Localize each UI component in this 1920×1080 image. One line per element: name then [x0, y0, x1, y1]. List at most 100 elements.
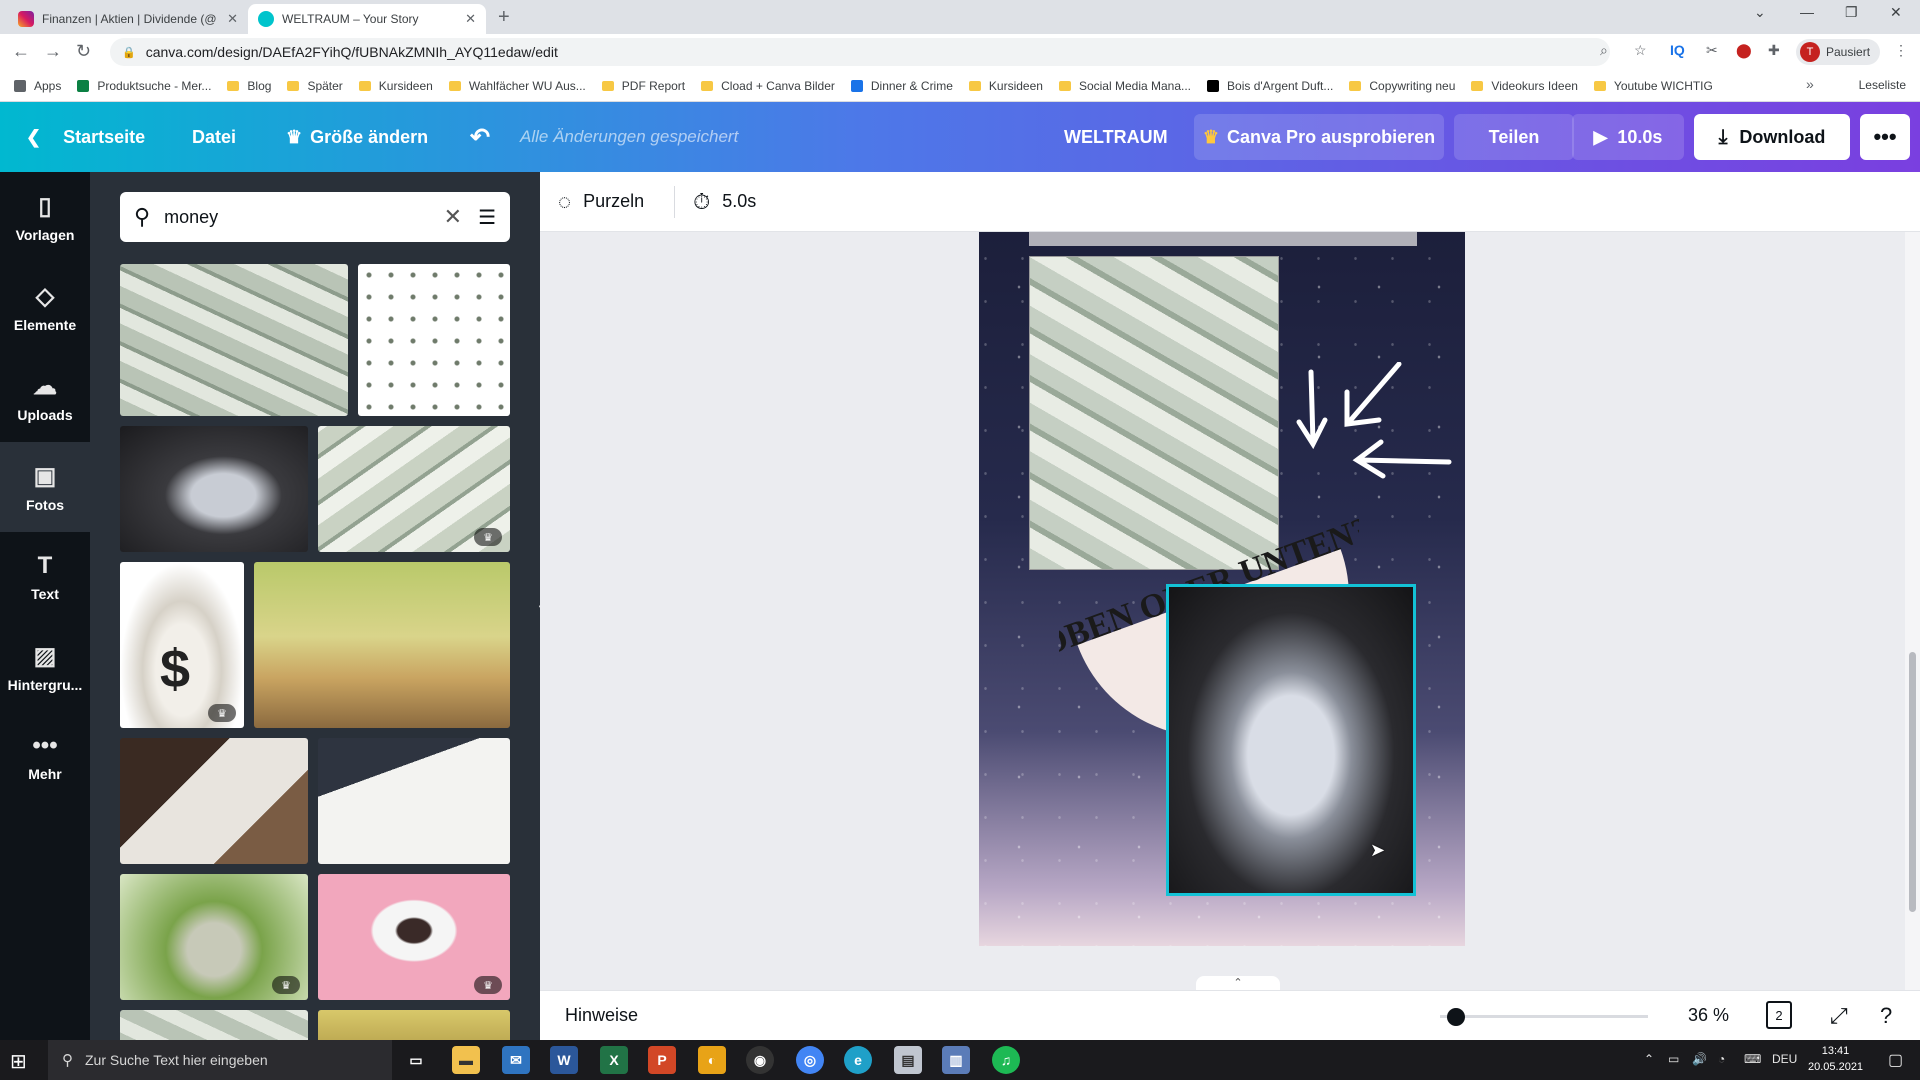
photo-search-input[interactable]: ⚲ money ✕ ☰: [120, 192, 510, 242]
profile-button[interactable]: T Pausiert: [1796, 39, 1880, 65]
scrollbar-thumb[interactable]: [1909, 652, 1916, 912]
filter-sliders-icon[interactable]: ☰: [478, 205, 496, 230]
tray-chevron-icon[interactable]: ⌃: [1644, 1052, 1654, 1066]
minimize-icon[interactable]: —: [1800, 4, 1814, 20]
excel-icon[interactable]: X: [600, 1046, 628, 1074]
taskbar-search-input[interactable]: ⚲ Zur Suche Text hier eingeben: [48, 1040, 392, 1080]
bookmark-item[interactable]: Bois d'Argent Duft...: [1207, 79, 1333, 93]
bookmark-apps[interactable]: Apps: [14, 79, 61, 93]
bookmark-folder[interactable]: Blog: [227, 79, 271, 93]
side-nav-background[interactable]: ▨ Hintergru...: [0, 622, 90, 712]
app-icon[interactable]: ◐: [698, 1046, 726, 1074]
language-indicator[interactable]: DEU: [1772, 1052, 1797, 1066]
windows-start-icon[interactable]: ⊞: [10, 1049, 27, 1074]
obs-icon[interactable]: ◉: [746, 1046, 774, 1074]
home-button[interactable]: ❮ Startseite: [26, 102, 145, 172]
extension-adblock-icon[interactable]: ⬤: [1736, 42, 1752, 59]
resize-button[interactable]: ♛ Größe ändern: [286, 102, 428, 172]
play-button[interactable]: ▶ 10.0s: [1572, 114, 1684, 160]
photo-result[interactable]: $ ♛: [120, 562, 244, 728]
photo-result[interactable]: [120, 264, 348, 416]
photo-result[interactable]: [120, 738, 308, 864]
side-nav-photos[interactable]: ▣ Fotos: [0, 442, 90, 532]
address-bar[interactable]: 🔒 canva.com/design/DAEfA2FYihQ/fUBNAkZMN…: [110, 38, 1610, 66]
tab-search-icon[interactable]: ⌄: [1754, 4, 1766, 21]
task-view-icon[interactable]: ▭: [402, 1046, 430, 1074]
undo-button[interactable]: ↶: [470, 102, 490, 172]
side-nav-templates[interactable]: ▯ Vorlagen: [0, 172, 90, 262]
help-icon[interactable]: ?: [1880, 1003, 1892, 1029]
reload-icon[interactable]: ↻: [76, 41, 91, 62]
photo-result[interactable]: [358, 264, 510, 416]
photo-result[interactable]: [318, 1010, 510, 1040]
photo-result[interactable]: [318, 738, 510, 864]
share-button[interactable]: Teilen: [1454, 114, 1574, 160]
taskbar-clock[interactable]: 13:41 20.05.2021: [1808, 1043, 1863, 1075]
edge-icon[interactable]: e: [844, 1046, 872, 1074]
side-nav-more[interactable]: ••• Mehr: [0, 712, 90, 802]
bookmark-folder[interactable]: PDF Report: [601, 79, 685, 93]
zoom-icon[interactable]: ⌕: [1600, 42, 1608, 59]
tray-keyboard-icon[interactable]: ⌨: [1744, 1052, 1761, 1066]
browser-tab-canva[interactable]: WELTRAUM – Your Story ✕: [248, 4, 486, 34]
bookmark-folder[interactable]: Copywriting neu: [1349, 79, 1455, 93]
page-count-button[interactable]: 2: [1766, 1001, 1792, 1029]
side-nav-text[interactable]: T Text: [0, 532, 90, 622]
tab-close-icon[interactable]: ✕: [227, 11, 238, 27]
spotify-icon[interactable]: ♫: [992, 1046, 1020, 1074]
back-icon[interactable]: ←: [12, 41, 30, 62]
notes-button[interactable]: Hinweise: [565, 1005, 638, 1026]
powerpoint-icon[interactable]: P: [648, 1046, 676, 1074]
app-icon[interactable]: ▥: [942, 1046, 970, 1074]
animation-button[interactable]: ◌ Purzeln: [558, 189, 644, 215]
bookmark-folder[interactable]: Später: [287, 79, 343, 93]
side-nav-uploads[interactable]: ☁ Uploads: [0, 352, 90, 442]
notifications-icon[interactable]: ▢: [1888, 1050, 1903, 1070]
bookmark-folder[interactable]: Kursideen: [358, 79, 433, 93]
photo-result[interactable]: ♛: [120, 874, 308, 1000]
bookmark-item[interactable]: Produktsuche - Mer...: [77, 79, 211, 93]
browser-menu-icon[interactable]: ⋮: [1894, 42, 1908, 59]
vertical-scrollbar[interactable]: [1905, 232, 1920, 990]
photo-result[interactable]: ♛: [318, 874, 510, 1000]
design-title[interactable]: WELTRAUM: [1064, 102, 1168, 172]
photo-result[interactable]: [120, 1010, 308, 1040]
timing-button[interactable]: ⏱ 5.0s: [693, 189, 756, 215]
photo-result[interactable]: [120, 426, 308, 552]
fullscreen-icon[interactable]: ⤢: [1830, 1003, 1848, 1029]
top-strip-element[interactable]: [1029, 232, 1417, 246]
zoom-slider[interactable]: [1440, 1015, 1648, 1018]
side-nav-elements[interactable]: ◇ Elemente: [0, 262, 90, 352]
bookmark-folder[interactable]: Social Media Mana...: [1058, 79, 1191, 93]
more-options-button[interactable]: •••: [1860, 114, 1910, 160]
app-icon[interactable]: ▤: [894, 1046, 922, 1074]
try-pro-button[interactable]: ♛ Canva Pro ausprobieren: [1194, 114, 1444, 160]
clear-search-icon[interactable]: ✕: [444, 204, 462, 230]
zoom-slider-handle[interactable]: [1447, 1008, 1465, 1026]
photo-result[interactable]: ♛: [318, 426, 510, 552]
tray-battery-icon[interactable]: ▭: [1668, 1052, 1679, 1066]
extensions-puzzle-icon[interactable]: ✚: [1768, 42, 1780, 59]
tray-volume-icon[interactable]: 🔊: [1692, 1052, 1707, 1066]
bookmark-folder[interactable]: Youtube WICHTIG: [1593, 79, 1713, 93]
tab-close-icon[interactable]: ✕: [465, 11, 476, 27]
restore-icon[interactable]: ❐: [1845, 4, 1858, 21]
chrome-icon[interactable]: ◎: [796, 1046, 824, 1074]
photo-result[interactable]: [254, 562, 510, 728]
extension-iq-icon[interactable]: IQ: [1670, 42, 1685, 58]
bookmark-item[interactable]: Dinner & Crime: [850, 79, 953, 93]
bookmark-folder[interactable]: Videokurs Ideen: [1471, 79, 1578, 93]
mail-icon[interactable]: ✉: [502, 1046, 530, 1074]
bookmark-folder[interactable]: Kursideen: [968, 79, 1043, 93]
new-tab-button[interactable]: +: [498, 6, 510, 29]
bookmarks-overflow-icon[interactable]: »: [1806, 76, 1814, 92]
bookmark-folder[interactable]: Wahlfächer WU Aus...: [448, 79, 586, 93]
extension-icon[interactable]: ✂: [1706, 42, 1718, 59]
bookmark-folder[interactable]: Cload + Canva Bilder: [701, 79, 835, 93]
close-window-icon[interactable]: ✕: [1890, 4, 1902, 21]
zoom-value[interactable]: 36 %: [1688, 1005, 1729, 1026]
file-menu-button[interactable]: Datei: [192, 102, 236, 172]
word-icon[interactable]: W: [550, 1046, 578, 1074]
tray-network-icon[interactable]: ◔: [1718, 1052, 1725, 1066]
file-explorer-icon[interactable]: ▬: [452, 1046, 480, 1074]
